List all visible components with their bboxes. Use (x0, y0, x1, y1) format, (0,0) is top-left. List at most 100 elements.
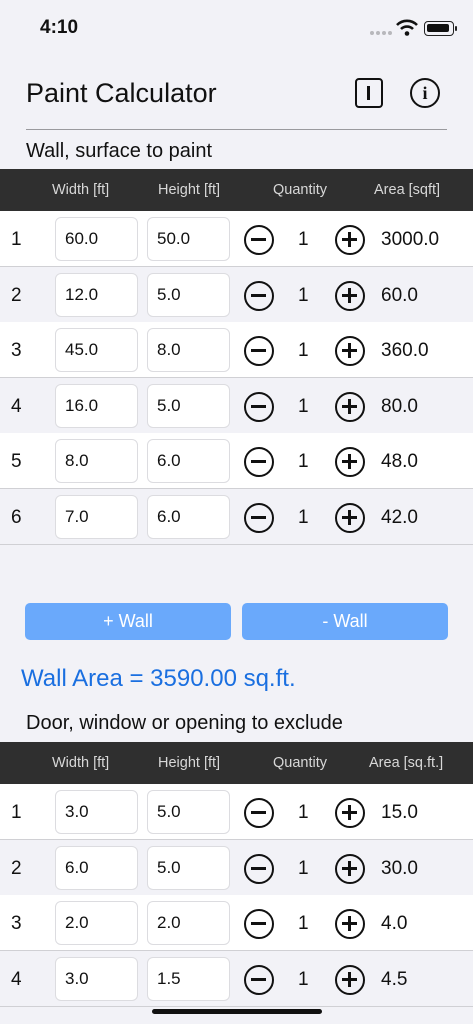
decrement-quantity-button[interactable] (244, 391, 274, 422)
row-index: 4 (11, 395, 22, 417)
row-index: 1 (11, 802, 22, 823)
wall-col-width: Width [ft] (52, 182, 110, 198)
table-row: 1 1 3000.0 (0, 211, 473, 267)
remove-wall-button[interactable]: - Wall (242, 603, 448, 640)
area-value: 4.0 (381, 913, 408, 934)
increment-quantity-button[interactable] (335, 280, 365, 311)
row-index: 3 (11, 913, 22, 934)
decrement-quantity-button[interactable] (244, 280, 274, 311)
area-value: 360.0 (381, 340, 429, 361)
home-indicator (152, 1009, 322, 1014)
width-field[interactable] (55, 328, 138, 372)
table-row: 6 1 42.0 (0, 488, 473, 545)
height-field[interactable] (147, 328, 230, 372)
increment-quantity-button[interactable] (335, 853, 365, 884)
cellular-signal-icon (370, 31, 392, 35)
wall-col-height: Height [ft] (158, 182, 221, 198)
height-field[interactable] (147, 956, 230, 1001)
increment-quantity-button[interactable] (335, 964, 365, 995)
increment-quantity-button[interactable] (335, 502, 365, 533)
row-index: 2 (11, 284, 22, 306)
opening-col-height: Height [ft] (158, 755, 221, 771)
increment-quantity-button[interactable] (335, 447, 365, 477)
height-field[interactable] (147, 217, 230, 261)
area-value: 80.0 (381, 395, 418, 417)
increment-quantity-button[interactable] (335, 909, 365, 939)
height-field[interactable] (147, 790, 230, 834)
quantity-value: 1 (298, 802, 309, 823)
info-icon[interactable]: i (410, 78, 440, 108)
battery-icon (424, 21, 457, 36)
decrement-quantity-button[interactable] (244, 447, 274, 477)
wall-table-header: Width [ft] Height [ft] Quantity Area [sq… (0, 169, 473, 211)
decrement-quantity-button[interactable] (244, 909, 274, 939)
wall-col-quantity: Quantity (273, 182, 327, 198)
width-field[interactable] (55, 439, 138, 483)
width-field[interactable] (55, 217, 138, 261)
quantity-value: 1 (298, 340, 309, 361)
opening-table-header: Width [ft] Height [ft] Quantity Area [sq… (0, 742, 473, 784)
row-index: 1 (11, 229, 22, 250)
wall-section-label: Wall, surface to paint (26, 140, 213, 162)
area-value: 3000.0 (381, 229, 440, 250)
area-value: 42.0 (381, 506, 418, 528)
status-bar: 4:10 (0, 0, 473, 58)
width-field[interactable] (55, 956, 138, 1001)
width-field[interactable] (55, 272, 138, 317)
area-value: 30.0 (381, 857, 418, 879)
opening-col-quantity: Quantity (273, 755, 327, 771)
decrement-quantity-button[interactable] (244, 502, 274, 533)
wall-col-area: Area [sqft] (374, 182, 441, 198)
area-value: 15.0 (381, 802, 418, 823)
opening-col-width: Width [ft] (52, 755, 110, 771)
height-field[interactable] (147, 845, 230, 890)
quantity-value: 1 (298, 229, 309, 250)
height-field[interactable] (147, 439, 230, 483)
table-row: 4 1 80.0 (0, 377, 473, 434)
table-row: 314.0 (0, 895, 473, 951)
table-row: 3 1 360.0 (0, 322, 473, 378)
header-divider (26, 129, 447, 130)
width-field[interactable] (55, 383, 138, 428)
status-time: 4:10 (40, 17, 79, 38)
quantity-value: 1 (298, 395, 309, 417)
height-field[interactable] (147, 494, 230, 539)
width-field[interactable] (55, 494, 138, 539)
row-index: 3 (11, 340, 22, 361)
row-index: 6 (11, 506, 22, 528)
table-row: 5 1 48.0 (0, 433, 473, 489)
width-field[interactable] (55, 845, 138, 890)
quantity-value: 1 (298, 857, 309, 879)
area-value: 48.0 (381, 451, 418, 472)
table-row: 414.5 (0, 950, 473, 1007)
quantity-value: 1 (298, 451, 309, 472)
height-field[interactable] (147, 901, 230, 945)
row-index: 2 (11, 857, 22, 879)
decrement-quantity-button[interactable] (244, 798, 274, 828)
increment-quantity-button[interactable] (335, 336, 365, 366)
table-row: 2 1 30.0 (0, 839, 473, 896)
height-field[interactable] (147, 272, 230, 317)
row-index: 4 (11, 968, 22, 990)
height-field[interactable] (147, 383, 230, 428)
text-cursor-icon[interactable] (355, 78, 383, 108)
opening-col-area: Area [sq.ft.] (369, 755, 444, 771)
area-value: 4.5 (381, 968, 408, 990)
table-row: 2 1 60.0 (0, 266, 473, 323)
decrement-quantity-button[interactable] (244, 336, 274, 366)
quantity-value: 1 (298, 913, 309, 934)
quantity-value: 1 (298, 506, 309, 528)
decrement-quantity-button[interactable] (244, 853, 274, 884)
increment-quantity-button[interactable] (335, 225, 365, 255)
increment-quantity-button[interactable] (335, 798, 365, 828)
area-value: 60.0 (381, 284, 418, 306)
increment-quantity-button[interactable] (335, 391, 365, 422)
width-field[interactable] (55, 790, 138, 834)
table-row: 1 1 15.0 (0, 784, 473, 840)
wifi-icon (396, 19, 418, 36)
width-field[interactable] (55, 901, 138, 945)
wall-area-total: Wall Area = 3590.00 sq.ft. (21, 665, 296, 692)
decrement-quantity-button[interactable] (244, 225, 274, 255)
decrement-quantity-button[interactable] (244, 964, 274, 995)
add-wall-button[interactable]: + Wall (25, 603, 231, 640)
